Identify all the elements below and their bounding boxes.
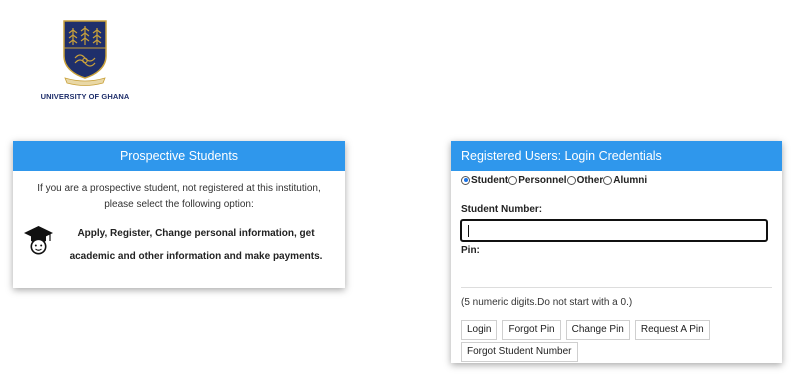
student-number-input[interactable] — [460, 219, 768, 242]
prospective-students-title: Prospective Students — [13, 141, 345, 171]
forgot-pin-button[interactable]: Forgot Pin — [502, 320, 561, 340]
user-type-student[interactable]: Student — [461, 175, 508, 186]
pin-label: Pin: — [461, 245, 480, 256]
login-actions: Login Forgot Pin Change Pin Request A Pi… — [461, 320, 772, 364]
pin-field-underline — [461, 287, 772, 288]
graduate-cap-icon — [24, 226, 53, 255]
user-type-alumni[interactable]: Alumni — [603, 175, 647, 186]
user-type-radio-group: Student Personnel Other Alumni — [461, 171, 772, 186]
prospective-intro-text: If you are a prospective student, not re… — [37, 183, 321, 210]
login-card-title: Registered Users: Login Credentials — [451, 141, 782, 171]
forgot-student-number-button[interactable]: Forgot Student Number — [461, 342, 578, 362]
user-type-other[interactable]: Other — [566, 175, 604, 186]
apply-option-text[interactable]: Apply, Register, Change personal informa… — [55, 223, 337, 268]
change-pin-button[interactable]: Change Pin — [565, 320, 630, 340]
text-caret — [468, 225, 469, 237]
radio-other[interactable] — [566, 175, 576, 185]
radio-other-label[interactable]: Other — [577, 175, 604, 186]
apply-option[interactable]: Apply, Register, Change personal informa… — [13, 212, 345, 268]
radio-student[interactable] — [461, 175, 470, 185]
radio-alumni[interactable] — [603, 175, 613, 185]
pin-hint: (5 numeric digits.Do not start with a 0.… — [461, 297, 633, 308]
university-logo: UNIVERSITY OF GHANA — [40, 18, 130, 101]
login-card: Registered Users: Login Credentials Stud… — [451, 141, 782, 363]
radio-alumni-label[interactable]: Alumni — [613, 175, 647, 186]
student-number-label: Student Number: — [461, 204, 543, 215]
radio-student-label[interactable]: Student — [471, 175, 508, 186]
login-button[interactable]: Login — [461, 320, 498, 340]
request-pin-button[interactable]: Request A Pin — [634, 320, 710, 340]
crest-icon — [63, 20, 107, 86]
university-name: UNIVERSITY OF GHANA — [40, 92, 130, 101]
user-type-personnel[interactable]: Personnel — [508, 175, 567, 186]
radio-personnel[interactable] — [508, 175, 518, 185]
prospective-students-card: Prospective Students If you are a prospe… — [13, 141, 345, 288]
radio-personnel-label[interactable]: Personnel — [518, 175, 566, 186]
